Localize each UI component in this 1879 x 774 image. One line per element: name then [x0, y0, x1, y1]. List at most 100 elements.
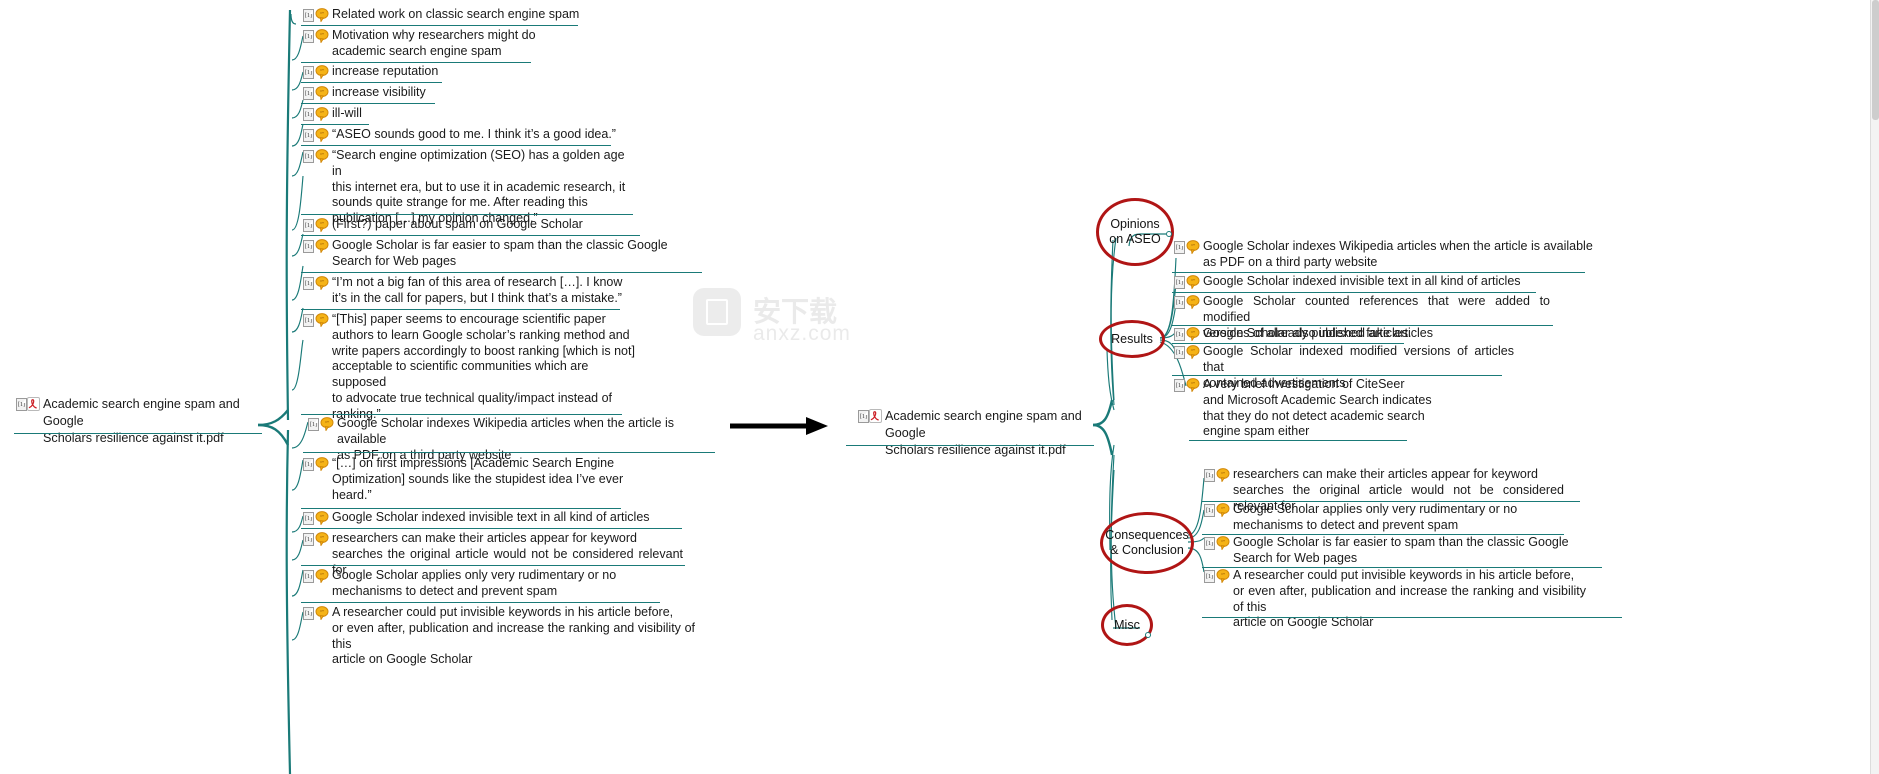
left-child-16[interactable]: [1] “” Google Scholar applies only very …: [303, 568, 658, 601]
node-icons: [1] “”: [303, 218, 329, 233]
svg-text:“”: “”: [320, 514, 324, 520]
left-child-2[interactable]: [1] “” Motivation why researchers might …: [303, 28, 903, 61]
left-child-8[interactable]: [1] “” (First?) paper about spam on Goog…: [303, 217, 923, 234]
node-underline: [303, 452, 715, 453]
left-child-7[interactable]: [1] “” “Search engine optimization (SEO)…: [303, 148, 633, 228]
category-label: Consequences & Conclusion: [1105, 528, 1189, 557]
left-child-10[interactable]: [1] “” “I’m not a big fan of this area o…: [303, 275, 643, 308]
svg-text:“”: “”: [1191, 278, 1195, 284]
mindmap-canvas[interactable]: 安下载 anxz.com [1] Academic search engine …: [0, 0, 1879, 774]
category-misc-connector-dot: [1145, 632, 1151, 638]
comment-bubble-icon: “”: [315, 29, 329, 44]
comment-bubble-icon: “”: [315, 569, 329, 584]
node-underline: [301, 235, 640, 236]
comment-bubble-icon: “”: [1216, 536, 1230, 551]
comment-bubble-icon: “”: [1216, 569, 1230, 584]
left-child-13[interactable]: [1] “” “[…] on first impressions [Academ…: [303, 456, 643, 504]
pdf-page-icon: [1]: [308, 417, 319, 431]
node-icons: [1] “”: [1204, 468, 1230, 483]
node-icons: [1] “”: [303, 276, 329, 291]
comment-bubble-icon: “”: [1216, 503, 1230, 518]
svg-text:“”: “”: [1221, 539, 1225, 545]
comment-bubble-icon: “”: [315, 218, 329, 233]
category-label: Opinions on ASEO: [1109, 217, 1161, 246]
right-consequence-3[interactable]: [1] “” Google Scholar is far easier to s…: [1204, 535, 1579, 568]
node-label: Google Scholar also indexed fake article…: [1203, 326, 1433, 340]
left-root-node[interactable]: [1] Academic search engine spam and Goog…: [16, 396, 264, 448]
scrollbar-thumb[interactable]: [1872, 0, 1879, 120]
node-underline: [301, 82, 442, 83]
svg-text:“”: “”: [1191, 348, 1195, 354]
pdf-page-icon: [1]: [1204, 503, 1215, 517]
category-label: Misc: [1114, 617, 1140, 632]
right-root-node[interactable]: [1] Academic search engine spam and Goog…: [858, 408, 1106, 460]
left-child-17[interactable]: [1] “” A researcher could put invisible …: [303, 605, 695, 669]
svg-text:“”: “”: [320, 11, 324, 17]
node-label: Google Scholar is far easier to spam tha…: [332, 238, 668, 268]
node-icons: [1] “”: [303, 107, 329, 122]
watermark-brand-url: anxz.com: [753, 322, 851, 345]
category-consequences-conclusion[interactable]: Consequences & Conclusion: [1100, 512, 1194, 574]
pdf-page-icon: [1]: [303, 569, 314, 583]
left-child-3[interactable]: [1] “” increase reputation: [303, 64, 903, 81]
node-label: A researcher could put invisible keyword…: [1233, 568, 1586, 630]
pdf-page-icon: [1]: [303, 107, 314, 121]
svg-text:“”: “”: [1191, 243, 1195, 249]
comment-bubble-icon: “”: [315, 276, 329, 291]
left-child-4[interactable]: [1] “” increase visibility: [303, 85, 903, 102]
comment-bubble-icon: “”: [1186, 327, 1200, 342]
pdf-page-icon: [1]: [1204, 468, 1215, 482]
node-icons: [1] “”: [303, 86, 329, 101]
node-underline: [301, 414, 622, 415]
node-icons: [1] “”: [308, 417, 334, 432]
right-result-1[interactable]: [1] “” Google Scholar indexes Wikipedia …: [1174, 239, 1594, 272]
left-root-label: Academic search engine spam and Google S…: [43, 397, 240, 445]
node-label: (First?) paper about spam on Google Scho…: [332, 217, 583, 231]
pdf-page-icon: [1]: [303, 86, 314, 100]
right-consequence-2[interactable]: [1] “” Google Scholar applies only very …: [1204, 502, 1544, 535]
svg-text:“”: “”: [320, 242, 324, 248]
node-icons: [1] “”: [1174, 327, 1200, 342]
right-result-4[interactable]: [1] “” Google Scholar also indexed fake …: [1174, 326, 1574, 343]
category-results[interactable]: Results: [1099, 320, 1165, 358]
node-label: increase visibility: [332, 85, 426, 99]
svg-text:“”: “”: [325, 420, 329, 426]
transition-arrow: [730, 415, 830, 442]
left-child-11[interactable]: [1] “” “[This] paper seems to encourage …: [303, 312, 643, 424]
comment-bubble-icon: “”: [315, 65, 329, 80]
vertical-scrollbar[interactable]: [1870, 0, 1879, 774]
left-child-1[interactable]: [1] “” Related work on classic search en…: [303, 7, 903, 24]
node-underline: [1189, 440, 1407, 441]
right-consequence-4[interactable]: [1] “” A researcher could put invisible …: [1204, 568, 1586, 632]
node-icons: [1] “”: [303, 29, 329, 44]
node-icons: [1] “”: [1204, 503, 1230, 518]
category-misc[interactable]: Misc: [1101, 604, 1153, 646]
left-child-6[interactable]: [1] “” “ASEO sounds good to me. I think …: [303, 127, 923, 144]
pdf-page-icon: [1]: [1174, 345, 1185, 359]
svg-text:“”: “”: [1191, 330, 1195, 336]
left-child-9[interactable]: [1] “” Google Scholar is far easier to s…: [303, 238, 695, 271]
right-result-2[interactable]: [1] “” Google Scholar indexed invisible …: [1174, 274, 1534, 291]
svg-text:“”: “”: [320, 32, 324, 38]
pdf-page-icon: [1]: [303, 149, 314, 163]
comment-bubble-icon: “”: [315, 107, 329, 122]
pdf-page-icon: [1]: [303, 128, 314, 142]
category-opinions-on-aseo[interactable]: Opinions on ASEO: [1096, 198, 1174, 266]
right-result-6[interactable]: [1] “” A very brief investigation of Cit…: [1174, 377, 1474, 441]
left-child-14[interactable]: [1] “” Google Scholar indexed invisible …: [303, 510, 681, 527]
node-label: Google Scholar applies only very rudimen…: [1233, 502, 1518, 532]
pdf-page-icon: [1]: [1174, 275, 1185, 289]
node-icons: [1] “”: [1204, 536, 1230, 551]
comment-bubble-icon: “”: [1186, 275, 1200, 290]
pdf-page-icon: [1]: [303, 511, 314, 525]
node-underline: [301, 272, 702, 273]
svg-text:“”: “”: [320, 535, 324, 541]
pdf-page-icon: [1]: [1174, 295, 1185, 309]
pdf-page-icon: [1]: [858, 409, 869, 423]
node-icons: [1] “”: [1204, 569, 1230, 584]
left-root-icons: [1]: [16, 397, 40, 411]
svg-text:“”: “”: [1221, 506, 1225, 512]
node-label: A very brief investigation of CiteSeer a…: [1203, 377, 1432, 439]
left-child-5[interactable]: [1] “” ill-will: [303, 106, 903, 123]
adobe-pdf-icon: [27, 397, 40, 411]
